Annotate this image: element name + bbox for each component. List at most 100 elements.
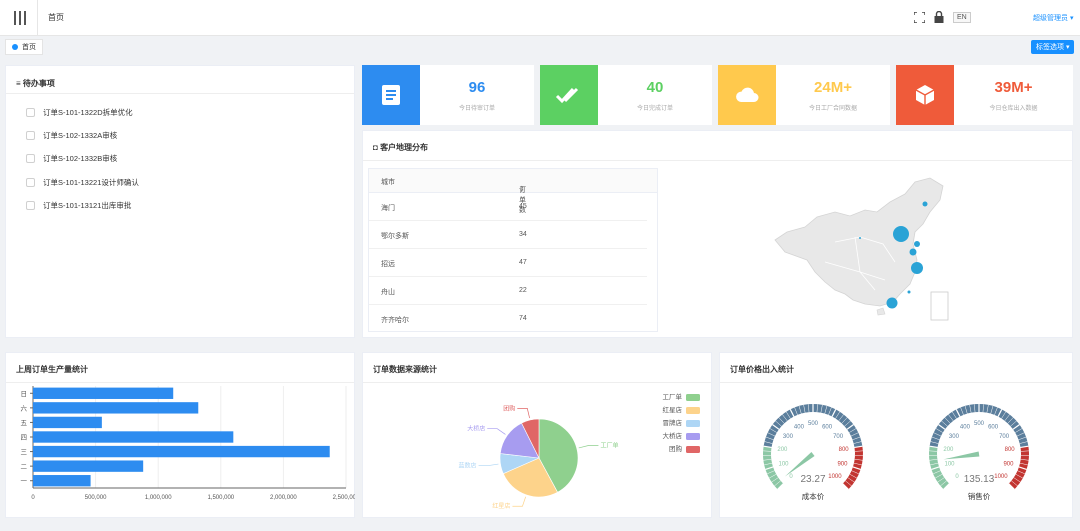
- gauge-band: [929, 404, 1029, 448]
- user-name: 超级管理员: [1033, 15, 1068, 22]
- gauge-tick-label: 200: [777, 447, 788, 453]
- todo-item[interactable]: 订单S-101-1322D拆单优化: [26, 107, 133, 118]
- map-point: [909, 248, 917, 256]
- x-tick-label: 2,500,000: [333, 495, 355, 501]
- tag-home[interactable]: 首页: [5, 39, 43, 55]
- user-menu[interactable]: 超级管理员 ▾: [1033, 13, 1073, 23]
- x-tick-label: 2,000,000: [270, 495, 297, 501]
- todo-title: ≡ 待办事项: [16, 79, 55, 88]
- breadcrumb-home[interactable]: 首页: [48, 12, 64, 23]
- table-row[interactable]: 鄂尔多斯 34: [369, 221, 647, 249]
- stat-value: 40: [646, 79, 664, 96]
- pie-chart: 工厂单红星店蓝数店大桥店团购工厂单红星店冒牌店大桥店团购: [459, 392, 700, 510]
- legend-label: 大桥店: [663, 431, 683, 440]
- pie-label-line: [517, 408, 530, 419]
- gauge-tick-label: 100: [779, 462, 790, 468]
- city-table: 城市 订单数 ⇕ 海门 45 鄂尔多斯 34 招远 47 舟山 22 齐齐哈尔 74: [368, 168, 658, 332]
- todo-item[interactable]: 订单S-102-1332A审核: [26, 130, 117, 141]
- gauge-tick-label: 700: [999, 434, 1010, 440]
- table-header: 城市 订单数 ⇕: [369, 169, 657, 214]
- city-cell: 舟山: [381, 289, 395, 296]
- china-map[interactable]: [765, 172, 965, 322]
- stat-card-pending[interactable]: 96 今日待审订单: [362, 65, 534, 125]
- gauge-band: [763, 404, 863, 448]
- todo-label: 订单S-102-1332A审核: [43, 131, 118, 140]
- todo-item[interactable]: 订单S-102-1332B审核: [26, 153, 117, 164]
- map-point: [859, 237, 861, 239]
- gauge-tick-label: 700: [833, 434, 844, 440]
- pie-label: 红星店: [492, 502, 510, 510]
- checkbox[interactable]: [26, 154, 35, 163]
- bar: [33, 431, 234, 443]
- table-row[interactable]: 舟山 22: [369, 277, 647, 305]
- todo-label: 订单S-101-13121出库审批: [43, 201, 132, 210]
- legend-swatch: [686, 433, 700, 440]
- lock-icon[interactable]: [933, 11, 945, 23]
- tag-options-label: 标签选项: [1036, 44, 1064, 51]
- gauge-tick-label: 0: [789, 474, 793, 480]
- tag-label: 首页: [22, 44, 36, 51]
- gauge-tick-label: 200: [943, 447, 954, 453]
- table-row[interactable]: 齐齐哈尔 74: [369, 305, 647, 331]
- legend-swatch: [686, 407, 700, 414]
- pie-label: 蓝数店: [459, 462, 477, 470]
- gauge-tick-label: 600: [822, 424, 833, 430]
- map-point: [886, 297, 898, 309]
- bar: [33, 387, 174, 399]
- orders-cell: 22: [519, 287, 527, 294]
- orders-cell: 74: [519, 315, 527, 322]
- checkbox[interactable]: [26, 201, 35, 210]
- stat-label: 今日待审订单: [458, 106, 495, 112]
- gauge-title: 订单价格出入统计: [730, 365, 794, 374]
- map-point: [907, 290, 911, 294]
- gauge-tick-label: 300: [949, 434, 960, 440]
- column-city: 城市: [381, 179, 395, 186]
- language-switch[interactable]: EN: [953, 11, 971, 23]
- legend-swatch: [686, 420, 700, 427]
- geo-title: ◘ 客户地理分布: [373, 143, 429, 152]
- gauge-charts: 0100200300400500600700800900100023.27成本价…: [763, 404, 1029, 501]
- gauge-tick-label: 800: [839, 447, 850, 453]
- tag-options-button[interactable]: 标签选项 ▾: [1031, 40, 1075, 54]
- checkbox[interactable]: [26, 108, 35, 117]
- city-cell: 海门: [381, 205, 395, 212]
- gauge-tick-label: 500: [808, 421, 819, 427]
- gauge-tick-label: 500: [974, 421, 985, 427]
- gauge-tick-label: 100: [945, 462, 956, 468]
- todo-title-text: 待办事项: [22, 79, 55, 88]
- menu-toggle-icon[interactable]: [8, 6, 32, 30]
- sort-icon[interactable]: ⇕: [519, 185, 525, 193]
- card-header: [363, 131, 1072, 161]
- pie-label-line: [512, 496, 527, 507]
- todo-item[interactable]: 订单S-101-13121出库审批: [26, 200, 131, 211]
- chevron-down-icon: ▾: [1069, 15, 1074, 22]
- stat-card-warehouse[interactable]: 39M+ 今日仓库出入数据: [896, 65, 1073, 125]
- document-icon: [362, 65, 420, 125]
- stat-card-done[interactable]: 40 今日完成订单: [540, 65, 712, 125]
- bar: [33, 460, 144, 472]
- pie-label-line: [478, 463, 499, 466]
- bar: [33, 402, 199, 414]
- y-tick-label: 三: [21, 448, 28, 456]
- gauge-tick-label: 0: [955, 474, 959, 480]
- todo-item[interactable]: 订单S-101-13221设计师确认: [26, 177, 139, 188]
- stat-card-factory[interactable]: 24M+ 今日工厂合同数据: [718, 65, 890, 125]
- table-row[interactable]: 招远 47: [369, 249, 647, 277]
- fullscreen-icon[interactable]: [913, 11, 925, 23]
- gauge-tick-label: 300: [783, 434, 794, 440]
- stat-label: 今日仓库出入数据: [989, 106, 1038, 112]
- x-tick-label: 0: [31, 495, 35, 501]
- stat-label: 今日工厂合同数据: [808, 106, 857, 112]
- checkbox[interactable]: [26, 131, 35, 140]
- legend-swatch: [686, 394, 700, 401]
- map-point: [911, 262, 923, 274]
- bar-title: 上周订单生产量统计: [16, 365, 88, 374]
- table-row[interactable]: 海门 45: [369, 193, 647, 221]
- y-tick-label: 二: [21, 464, 28, 471]
- bar-chart: 0 500,000 1,000,000 1,500,000 2,000,000 2,500…: [21, 386, 355, 501]
- x-tick-label: 1,500,000: [207, 495, 234, 501]
- gauge-tick-label: 900: [837, 462, 848, 468]
- bar: [33, 475, 91, 487]
- legend-label: 冒牌店: [663, 418, 683, 427]
- checkbox[interactable]: [26, 178, 35, 187]
